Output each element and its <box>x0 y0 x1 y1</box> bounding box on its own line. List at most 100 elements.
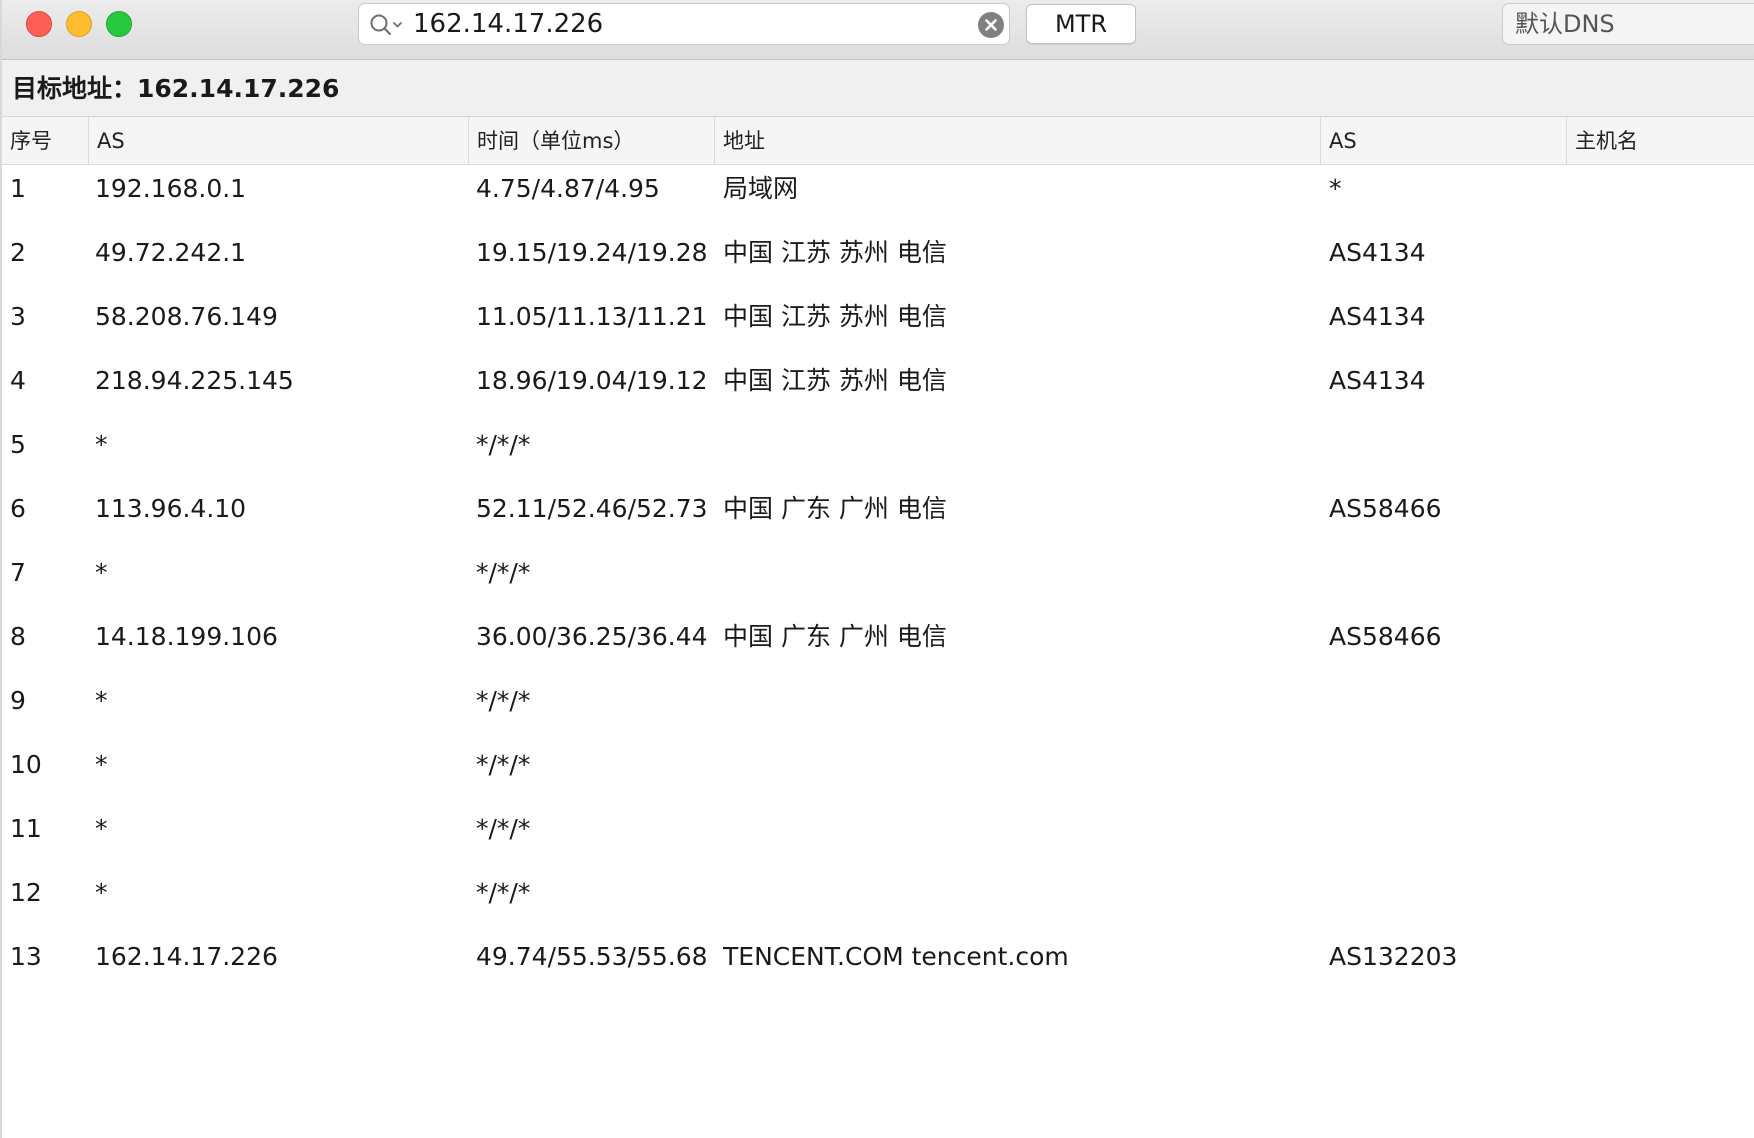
hop-index-cell: 10 <box>10 750 42 779</box>
table-row[interactable]: 8 14.18.199.106 36.00/36.25/36.44 中国 广东 广州 … <box>2 613 1754 677</box>
hop-index-cell: 11 <box>10 814 42 843</box>
ip-cell: * <box>95 558 108 587</box>
table-row[interactable]: 5 * */*/* <box>2 421 1754 485</box>
ip-cell: * <box>95 686 108 715</box>
location-cell: 中国 江苏 苏州 电信 <box>723 238 947 267</box>
hop-index-cell: 6 <box>10 494 26 523</box>
search-input[interactable] <box>413 8 913 40</box>
table-body: 1 192.168.0.1 4.75/4.87/4.95 局域网 * 2 49.72.242… <box>2 165 1754 997</box>
as-cell: AS4134 <box>1329 366 1426 395</box>
table-row[interactable]: 3 58.208.76.149 11.05/11.13/11.21 中国 江苏 苏州 … <box>2 293 1754 357</box>
hop-index-cell: 12 <box>10 878 42 907</box>
hostname-cell <box>1575 869 1754 933</box>
ip-cell: 192.168.0.1 <box>95 174 247 203</box>
search-field[interactable] <box>358 3 1010 45</box>
ip-cell: * <box>95 814 108 843</box>
minimize-window-button[interactable] <box>66 11 92 37</box>
table-row[interactable]: 4 218.94.225.145 18.96/19.04/19.12 中国 江苏 苏州… <box>2 357 1754 421</box>
table-row[interactable]: 2 49.72.242.1 19.15/19.24/19.28 中国 江苏 苏州 电信… <box>2 229 1754 293</box>
table-row[interactable]: 12 * */*/* <box>2 869 1754 933</box>
ip-cell: * <box>95 430 108 459</box>
table-row[interactable]: 1 192.168.0.1 4.75/4.87/4.95 局域网 * <box>2 165 1754 229</box>
time-cell: */*/* <box>476 878 531 907</box>
hop-index-cell: 3 <box>10 302 26 331</box>
column-header-time[interactable]: 时间（单位ms） <box>469 117 715 165</box>
as-cell: AS58466 <box>1329 494 1442 523</box>
hostname-cell <box>1575 741 1754 805</box>
ip-cell: 218.94.225.145 <box>95 366 294 395</box>
table-row[interactable]: 13 162.14.17.226 49.74/55.53/55.68 TENCENT.… <box>2 933 1754 997</box>
hop-index-cell: 5 <box>10 430 26 459</box>
hop-index-cell: 13 <box>10 942 42 971</box>
dns-select[interactable]: 默认DNS <box>1502 3 1754 45</box>
target-address: 目标地址：162.14.17.226 <box>2 60 1754 117</box>
time-cell: */*/* <box>476 430 531 459</box>
table-header: 序号 AS 时间（单位ms） 地址 AS 主机名 <box>2 117 1754 165</box>
hostname-cell <box>1575 549 1754 613</box>
time-cell: 36.00/36.25/36.44 <box>476 622 708 651</box>
table-row[interactable]: 10 * */*/* <box>2 741 1754 805</box>
ip-cell: 58.208.76.149 <box>95 302 278 331</box>
as-cell <box>1329 741 1564 805</box>
clear-icon[interactable] <box>978 12 1004 38</box>
ip-cell: * <box>95 750 108 779</box>
time-cell: */*/* <box>476 750 531 779</box>
hop-index-cell: 8 <box>10 622 26 651</box>
location-cell: 局域网 <box>723 174 799 203</box>
column-header-hostname[interactable]: 主机名 <box>1567 117 1754 165</box>
location-cell <box>723 869 1313 933</box>
mtr-button[interactable]: MTR <box>1026 4 1136 44</box>
hop-index-cell: 4 <box>10 366 26 395</box>
location-cell <box>723 677 1313 741</box>
as-cell: * <box>1329 174 1342 203</box>
hostname-cell <box>1575 933 1754 997</box>
app-window: MTR 默认DNS 目标地址：162.14.17.226 序号 AS 时间（单位… <box>0 0 1754 1138</box>
time-cell: */*/* <box>476 814 531 843</box>
location-cell: 中国 江苏 苏州 电信 <box>723 366 947 395</box>
location-cell: 中国 广东 广州 电信 <box>723 494 947 523</box>
hostname-cell <box>1575 485 1754 549</box>
ip-cell: 49.72.242.1 <box>95 238 247 267</box>
as-cell <box>1329 549 1564 613</box>
hop-index-cell: 2 <box>10 238 26 267</box>
as-cell: AS132203 <box>1329 942 1458 971</box>
ip-cell: * <box>95 878 108 907</box>
hostname-cell <box>1575 293 1754 357</box>
close-window-button[interactable] <box>26 11 52 37</box>
time-cell: 52.11/52.46/52.73 <box>476 494 708 523</box>
time-cell: 11.05/11.13/11.21 <box>476 302 708 331</box>
hostname-cell <box>1575 229 1754 293</box>
hostname-cell <box>1575 677 1754 741</box>
table-row[interactable]: 7 * */*/* <box>2 549 1754 613</box>
search-icon[interactable] <box>369 13 405 37</box>
table-row[interactable]: 9 * */*/* <box>2 677 1754 741</box>
column-header-index[interactable]: 序号 <box>2 117 89 165</box>
location-cell <box>723 805 1313 869</box>
ip-cell: 14.18.199.106 <box>95 622 278 651</box>
column-header-location[interactable]: 地址 <box>715 117 1321 165</box>
as-cell: AS4134 <box>1329 302 1426 331</box>
hostname-cell <box>1575 613 1754 677</box>
hostname-cell <box>1575 165 1754 229</box>
time-cell: 49.74/55.53/55.68 <box>476 942 708 971</box>
location-cell: 中国 广东 广州 电信 <box>723 622 947 651</box>
location-cell <box>723 549 1313 613</box>
location-cell: 中国 江苏 苏州 电信 <box>723 302 947 331</box>
table-row[interactable]: 6 113.96.4.10 52.11/52.46/52.73 中国 广东 广州 电信… <box>2 485 1754 549</box>
location-cell <box>723 741 1313 805</box>
hostname-cell <box>1575 421 1754 485</box>
column-header-ip[interactable]: AS <box>89 117 469 165</box>
as-cell <box>1329 421 1564 485</box>
as-cell <box>1329 805 1564 869</box>
hop-index-cell: 7 <box>10 558 26 587</box>
as-cell: AS4134 <box>1329 238 1426 267</box>
time-cell: 4.75/4.87/4.95 <box>476 174 660 203</box>
maximize-window-button[interactable] <box>106 11 132 37</box>
time-cell: */*/* <box>476 558 531 587</box>
hop-index-cell: 1 <box>10 174 26 203</box>
time-cell: 18.96/19.04/19.12 <box>476 366 708 395</box>
column-header-as[interactable]: AS <box>1321 117 1567 165</box>
as-cell <box>1329 869 1564 933</box>
table-row[interactable]: 11 * */*/* <box>2 805 1754 869</box>
toolbar: MTR 默认DNS <box>2 0 1754 60</box>
